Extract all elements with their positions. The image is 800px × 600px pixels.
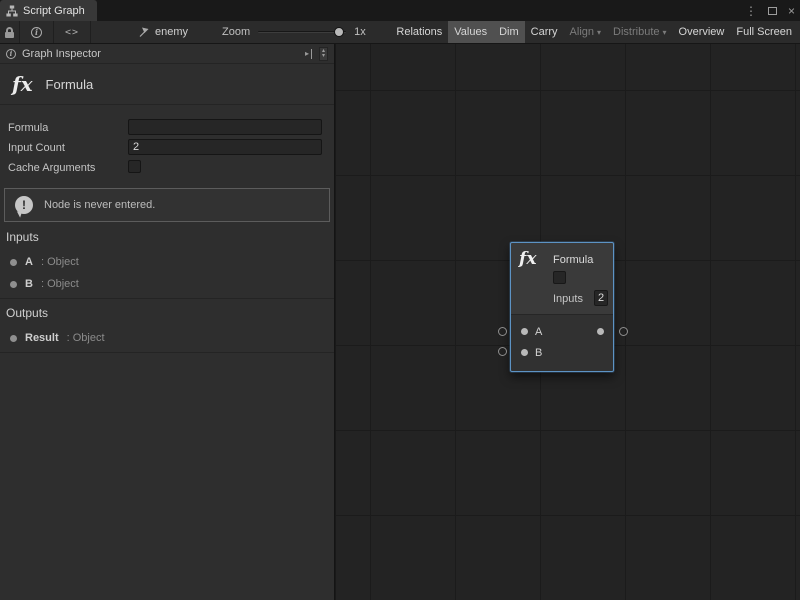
info-icon: i (6, 49, 16, 59)
formula-node-ports: A B (511, 315, 613, 371)
port-type: : Object (41, 278, 79, 290)
inputs-section-header: Inputs (6, 230, 39, 244)
zoom-value: 1x (354, 26, 366, 38)
chevron-down-icon: ▾ (663, 28, 667, 37)
graph-connection-circle[interactable] (498, 347, 507, 356)
unit-title-block: fx Formula (0, 64, 334, 105)
inspector-header-controls: ▸ ▴ ▾ (305, 47, 328, 61)
formula-node[interactable]: fx Formula Inputs 2 A B (510, 242, 614, 372)
graph-pointer-icon (138, 26, 150, 38)
chevron-down-icon: ▾ (597, 28, 601, 37)
cache-arguments-label: Cache Arguments (8, 162, 95, 174)
graph-toolbar: i <> enemy Zoom 1x Relations Values Di (0, 21, 800, 44)
inspector-title: Graph Inspector (22, 48, 101, 60)
tab-script-graph[interactable]: Script Graph (0, 0, 97, 21)
formula-field-label: Formula (8, 122, 48, 134)
dock-icon[interactable]: ▸ (305, 49, 312, 59)
port-dot (10, 259, 17, 266)
port-dot (10, 281, 17, 288)
cache-arguments-field-row: Cache Arguments (0, 159, 334, 177)
graph-connection-circle[interactable] (619, 327, 628, 336)
dim-button[interactable]: Dim (493, 21, 525, 43)
formula-node-title: Formula (553, 254, 593, 266)
code-icon: <> (65, 27, 79, 38)
unit-title: Formula (46, 77, 94, 92)
input-port-row: B : Object (0, 274, 334, 294)
align-button: Align ▾ (564, 21, 607, 43)
window-menu-icon[interactable]: ⋮ (745, 5, 757, 17)
formula-input[interactable] (128, 119, 322, 135)
tab-label: Script Graph (23, 5, 85, 17)
toolbar-view-buttons: Relations Values Dim Carry Align ▾ Distr… (390, 21, 798, 43)
graph-connection-circle[interactable] (498, 327, 507, 336)
input-count-input[interactable] (128, 139, 322, 155)
formula-node-input-count[interactable]: 2 (594, 290, 608, 306)
zoom-slider[interactable] (258, 21, 346, 43)
inspector-header: i Graph Inspector ▸ ▴ ▾ (0, 44, 334, 64)
unity-editor-window: Script Graph ⋮ × i <> enem (0, 0, 800, 600)
cache-arguments-checkbox[interactable] (128, 160, 141, 173)
warning-box: ! Node is never entered. (4, 188, 330, 222)
outputs-section-header: Outputs (6, 306, 48, 320)
tab-bar: Script Graph ⋮ × (0, 0, 800, 21)
node-port-row: A (511, 321, 613, 342)
formula-field-row: Formula (0, 119, 334, 137)
port-dot (10, 335, 17, 342)
lock-button[interactable] (0, 21, 20, 43)
port-label: B (535, 347, 542, 359)
lock-icon (6, 27, 13, 32)
carry-button[interactable]: Carry (525, 21, 564, 43)
formula-node-header: fx Formula Inputs 2 (511, 243, 613, 315)
port-name: B (25, 278, 33, 290)
script-graph-icon (6, 5, 18, 17)
formula-fx-icon: fx (12, 72, 33, 96)
formula-fx-icon: fx (519, 249, 536, 269)
formula-node-formula-field[interactable] (553, 271, 566, 284)
formula-node-inputs-label: Inputs (553, 293, 583, 305)
graph-breadcrumb-label: enemy (155, 26, 188, 38)
port-type: : Object (41, 256, 79, 268)
distribute-button: Distribute ▾ (607, 21, 672, 43)
values-button[interactable]: Values (448, 21, 493, 43)
input-port-row: A : Object (0, 252, 334, 272)
zoom-label: Zoom (222, 26, 250, 38)
relations-button[interactable]: Relations (390, 21, 448, 43)
window-controls: ⋮ × (745, 0, 795, 21)
port-name: Result (25, 332, 59, 344)
info-button[interactable]: i (20, 21, 54, 43)
input-count-label: Input Count (8, 142, 65, 154)
divider (0, 352, 334, 353)
divider (0, 298, 334, 299)
fullscreen-button[interactable]: Full Screen (730, 21, 798, 43)
edit-graph-button[interactable]: <> (54, 21, 91, 43)
window-close-icon[interactable]: × (788, 5, 795, 17)
node-port-row: B (511, 342, 613, 363)
scroll-arrows-icon[interactable]: ▴ ▾ (319, 47, 328, 61)
input-port-dot-b[interactable] (521, 349, 528, 356)
graph-inspector-panel: i Graph Inspector ▸ ▴ ▾ fx Formula Formu… (0, 44, 335, 600)
graph-breadcrumb[interactable]: enemy (138, 21, 188, 43)
warning-text: Node is never entered. (44, 199, 155, 211)
port-label: A (535, 326, 542, 338)
output-port-row: Result : Object (0, 328, 334, 348)
info-icon: i (31, 27, 42, 38)
input-port-dot-a[interactable] (521, 328, 528, 335)
overview-button[interactable]: Overview (673, 21, 731, 43)
port-name: A (25, 256, 33, 268)
zoom-slider-knob[interactable] (334, 27, 344, 37)
toolbar-left-group: i <> (0, 21, 91, 43)
input-count-field-row: Input Count (0, 139, 334, 157)
port-type: : Object (67, 332, 105, 344)
output-port-dot-result[interactable] (597, 328, 604, 335)
window-maximize-icon[interactable] (768, 7, 777, 15)
warning-icon: ! (15, 196, 33, 214)
zoom-slider-track (258, 31, 346, 33)
zoom-control: Zoom 1x (222, 21, 366, 43)
graph-canvas[interactable]: fx Formula Inputs 2 A B (336, 44, 800, 600)
